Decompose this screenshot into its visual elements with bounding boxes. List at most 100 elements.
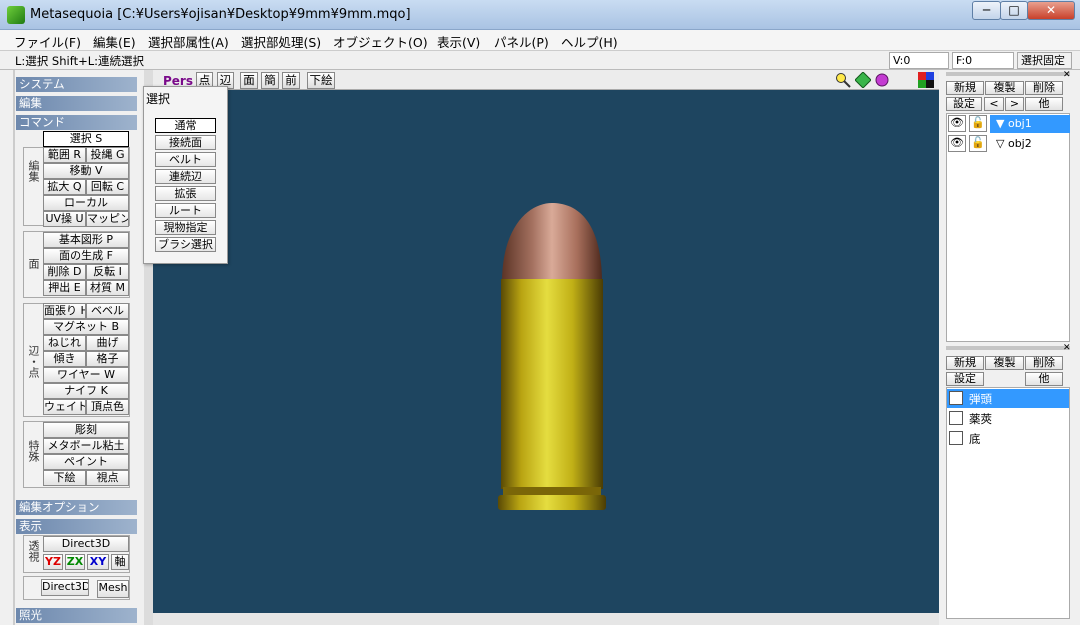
material-color-swatch[interactable]	[949, 431, 963, 445]
edge-button-0-0[interactable]: 面張り H	[43, 303, 86, 319]
object-other-button[interactable]: 他	[1025, 97, 1063, 111]
face-button-3-1[interactable]: 材質 M	[86, 280, 129, 296]
popup-item-2[interactable]: ベルト	[155, 152, 216, 167]
category-lighting[interactable]: 照光	[16, 608, 137, 623]
simple-display-button[interactable]: 簡	[261, 72, 279, 89]
edge-button-6-1[interactable]: 頂点色	[86, 399, 129, 415]
object-new-button[interactable]: 新規	[946, 81, 984, 95]
yz-view-button[interactable]: YZ	[43, 554, 63, 570]
special-button-0-0[interactable]: 彫刻	[43, 422, 129, 438]
popup-item-0[interactable]: 通常	[155, 118, 216, 133]
material-duplicate-button[interactable]: 複製	[985, 356, 1024, 370]
popup-item-1[interactable]: 接続面	[155, 135, 216, 150]
edge-button-5-0[interactable]: ナイフ K	[43, 383, 129, 399]
object-prev-button[interactable]: <	[984, 97, 1004, 111]
move-view-icon[interactable]	[855, 72, 871, 88]
rotate-view-icon[interactable]	[874, 72, 890, 88]
minimize-button[interactable]: ─	[972, 1, 1001, 20]
background-image-button[interactable]: 下絵	[307, 72, 335, 89]
edge-button-4-0[interactable]: ワイヤー W	[43, 367, 129, 383]
material-row[interactable]	[947, 389, 1069, 408]
material-other-button[interactable]: 他	[1025, 372, 1063, 386]
popup-item-5[interactable]: ルート	[155, 203, 216, 218]
material-color-swatch[interactable]	[949, 411, 963, 425]
edge-button-0-1[interactable]: ベベル	[86, 303, 129, 319]
edge-button-3-0[interactable]: 傾き	[43, 351, 86, 367]
front-display-button[interactable]: 前	[282, 72, 300, 89]
xy-view-button[interactable]: XY	[87, 554, 109, 570]
menu-2[interactable]: 編集(E)	[93, 32, 136, 51]
edge-button-3-1[interactable]: 格子	[86, 351, 129, 367]
face-button-0-0[interactable]: 基本図形 P	[43, 232, 129, 248]
object-delete-button[interactable]: 削除	[1025, 81, 1063, 95]
face-button-2-1[interactable]: 反転 I	[86, 264, 129, 280]
menu-8[interactable]: ヘルプ(H)	[561, 32, 618, 51]
face-button-3-0[interactable]: 押出 E	[43, 280, 86, 296]
menu-4[interactable]: 選択部処理(S)	[241, 32, 321, 51]
edit-button-0-0[interactable]: 範囲 R	[43, 147, 86, 163]
category-command[interactable]: コマンド	[16, 115, 137, 130]
face-display-button[interactable]: 面	[240, 72, 258, 89]
category-system[interactable]: システム	[16, 77, 137, 92]
edit-button-3-0[interactable]: ローカル	[43, 195, 129, 211]
bullet-model[interactable]	[490, 195, 620, 520]
popup-item-3[interactable]: 連続辺	[155, 169, 216, 184]
axis-button[interactable]: 軸	[111, 554, 129, 570]
material-row[interactable]	[947, 429, 1069, 448]
direct3d-render-button[interactable]: Direct3D	[41, 579, 89, 596]
popup-item-7[interactable]: ブラシ選択	[155, 237, 216, 252]
menu-7[interactable]: パネル(P)	[494, 32, 549, 51]
special-button-1-0[interactable]: メタボール粘土	[43, 438, 129, 454]
face-button-2-0[interactable]: 削除 D	[43, 264, 86, 280]
maximize-button[interactable]: □	[1000, 1, 1028, 20]
object-lock-icon[interactable]: 🔓	[969, 135, 987, 152]
edge-button-1-0[interactable]: マグネット B	[43, 319, 129, 335]
object-next-button[interactable]: >	[1005, 97, 1024, 111]
menu-1[interactable]: ファイル(F)	[14, 32, 81, 51]
edit-button-4-1[interactable]: マッピング	[86, 211, 129, 227]
category-display[interactable]: 表示	[16, 519, 137, 534]
special-button-2-0[interactable]: ペイント	[43, 454, 129, 470]
selection-lock-button[interactable]: 選択固定	[1017, 52, 1072, 69]
material-row[interactable]	[947, 409, 1069, 428]
zx-view-button[interactable]: ZX	[65, 554, 85, 570]
menu-5[interactable]: オブジェクト(O)	[333, 32, 428, 51]
zoom-icon[interactable]	[835, 72, 851, 88]
object-duplicate-button[interactable]: 複製	[985, 81, 1024, 95]
material-delete-button[interactable]: 削除	[1025, 356, 1063, 370]
category-edit-options[interactable]: 編集オプション	[16, 500, 137, 515]
edge-button-6-0[interactable]: ウェイト	[43, 399, 86, 415]
edit-button-2-1[interactable]: 回転 C	[86, 179, 129, 195]
expand-arrow-icon[interactable]: ▼	[996, 117, 1008, 130]
object-row[interactable]: ▼ obj1	[990, 115, 1070, 133]
material-color-swatch[interactable]	[949, 391, 963, 405]
select-tool-button[interactable]: 選択 S	[43, 131, 129, 147]
mesh-button[interactable]: Mesh	[97, 580, 129, 598]
material-new-button[interactable]: 新規	[946, 356, 984, 370]
edit-button-0-1[interactable]: 投縄 G	[86, 147, 129, 163]
popup-item-4[interactable]: 拡張	[155, 186, 216, 201]
object-panel-close-icon[interactable]: ✕	[1063, 70, 1071, 80]
edit-button-1-0[interactable]: 移動 V	[43, 163, 129, 179]
popup-item-6[interactable]: 現物指定	[155, 220, 216, 235]
special-button-3-1[interactable]: 視点	[86, 470, 129, 486]
object-row[interactable]: ▽ obj2	[990, 135, 1070, 153]
edge-button-2-1[interactable]: 曲げ	[86, 335, 129, 351]
color-palette-icon[interactable]	[918, 72, 934, 88]
direct3d-button[interactable]: Direct3D	[43, 536, 129, 552]
menu-3[interactable]: 選択部属性(A)	[148, 32, 229, 51]
material-settings-button[interactable]: 設定	[946, 372, 984, 386]
menu-6[interactable]: 表示(V)	[437, 32, 480, 51]
object-visibility-icon[interactable]: 👁	[948, 115, 966, 132]
edit-button-2-0[interactable]: 拡大 Q	[43, 179, 86, 195]
object-settings-button[interactable]: 設定	[946, 97, 982, 111]
special-button-3-0[interactable]: 下絵	[43, 470, 86, 486]
material-panel-close-icon[interactable]: ✕	[1063, 343, 1071, 353]
edge-button-2-0[interactable]: ねじれ	[43, 335, 86, 351]
face-button-1-0[interactable]: 面の生成 F	[43, 248, 129, 264]
object-visibility-icon[interactable]: 👁	[948, 135, 966, 152]
edit-button-4-0[interactable]: UV操 U	[43, 211, 86, 227]
expand-arrow-icon[interactable]: ▽	[996, 137, 1008, 150]
object-lock-icon[interactable]: 🔓	[969, 115, 987, 132]
category-edit[interactable]: 編集	[16, 96, 137, 111]
